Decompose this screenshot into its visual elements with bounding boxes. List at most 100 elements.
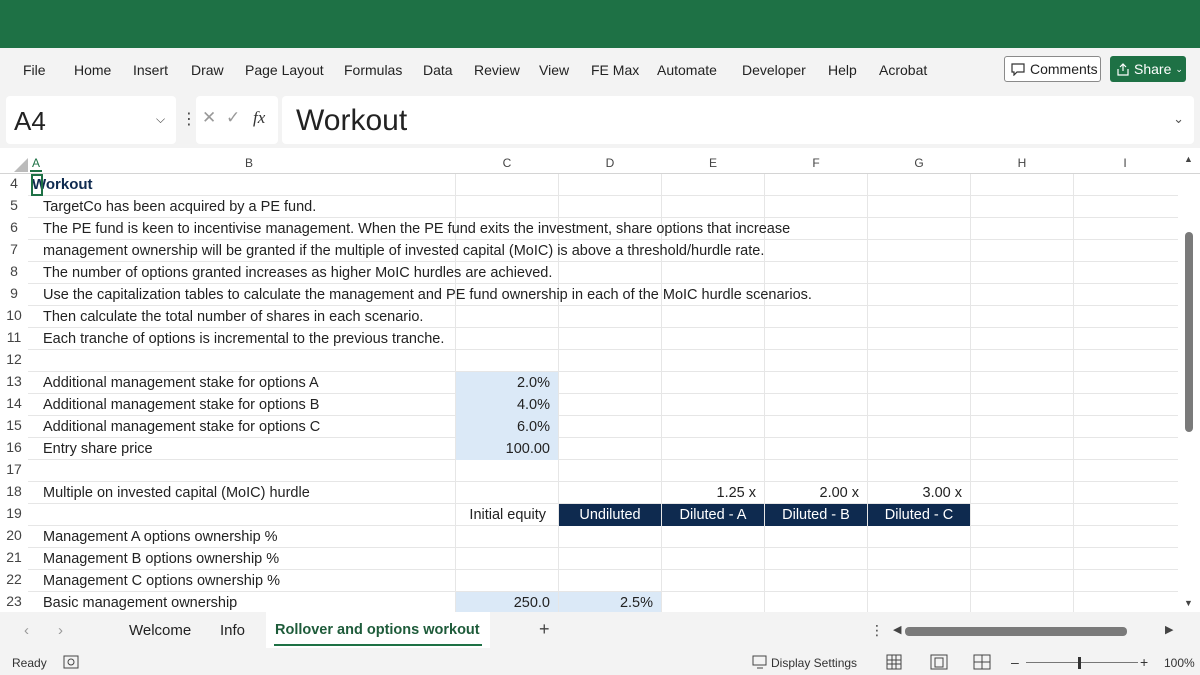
input-cell[interactable]: 6.0% <box>456 416 558 438</box>
insert-function-icon[interactable]: fx <box>253 108 265 128</box>
hurdle-cell[interactable]: 2.00 x <box>765 482 867 504</box>
row-header[interactable]: 23 <box>0 593 28 609</box>
label-cell[interactable]: Management A options ownership % <box>43 526 278 548</box>
tab-developer[interactable]: Developer <box>742 62 806 78</box>
row-header[interactable]: 22 <box>0 571 28 587</box>
tab-draw[interactable]: Draw <box>191 62 224 78</box>
header-cell[interactable]: Undiluted <box>559 504 661 526</box>
input-cell[interactable]: 2.0% <box>456 372 558 394</box>
next-sheet-icon[interactable]: › <box>58 622 63 639</box>
column-header-i[interactable]: I <box>1074 156 1176 170</box>
label-cell[interactable]: Additional management stake for options … <box>43 416 320 438</box>
row-header[interactable]: 6 <box>0 219 28 235</box>
tab-file[interactable]: File <box>23 62 46 78</box>
instruction-cell[interactable]: management ownership will be granted if … <box>43 240 764 262</box>
display-settings-button[interactable]: Display Settings <box>771 656 857 670</box>
sheet-tab-rollover[interactable]: Rollover and options workout <box>275 622 480 638</box>
accessibility-icon[interactable] <box>63 655 79 672</box>
tab-home[interactable]: Home <box>74 62 111 78</box>
input-cell[interactable]: 100.00 <box>456 438 558 460</box>
confirm-icon[interactable]: ✓ <box>226 108 240 128</box>
header-cell[interactable]: Diluted - B <box>765 504 867 526</box>
page-break-view-icon[interactable] <box>973 654 991 673</box>
share-button[interactable]: Share ⌄ <box>1110 56 1186 82</box>
hurdle-cell[interactable]: 1.25 x <box>662 482 764 504</box>
zoom-out-icon[interactable]: – <box>1011 654 1019 670</box>
more-options-icon[interactable]: ⋮ <box>181 109 197 129</box>
label-cell[interactable]: Basic management ownership <box>43 592 237 612</box>
zoom-slider[interactable] <box>1026 662 1138 663</box>
more-options-icon[interactable]: ⋮ <box>870 622 884 639</box>
scroll-left-icon[interactable]: ◀ <box>893 623 901 636</box>
row-header[interactable]: 5 <box>0 197 28 213</box>
row-header[interactable]: 16 <box>0 439 28 455</box>
header-cell[interactable]: Initial equity <box>456 504 558 526</box>
cancel-icon[interactable]: ✕ <box>202 108 216 128</box>
header-cell[interactable]: Diluted - C <box>868 504 970 526</box>
column-header-e[interactable]: E <box>662 156 764 170</box>
zoom-slider-handle[interactable] <box>1078 657 1081 669</box>
row-header[interactable]: 4 <box>0 175 28 191</box>
row-header[interactable]: 9 <box>0 285 28 301</box>
tab-page-layout[interactable]: Page Layout <box>245 62 324 78</box>
name-box[interactable]: A4 ⌵ <box>6 96 176 144</box>
row-header[interactable]: 13 <box>0 373 28 389</box>
vertical-scroll-thumb[interactable] <box>1185 232 1193 432</box>
formula-input[interactable]: Workout ⌄ <box>282 96 1194 144</box>
instruction-cell[interactable]: Use the capitalization tables to calcula… <box>43 284 812 306</box>
zoom-in-icon[interactable]: + <box>1140 654 1148 670</box>
tab-formulas[interactable]: Formulas <box>344 62 402 78</box>
instruction-cell[interactable]: Then calculate the total number of share… <box>43 306 423 328</box>
tab-insert[interactable]: Insert <box>133 62 168 78</box>
tab-automate[interactable]: Automate <box>657 62 717 78</box>
input-cell[interactable]: 4.0% <box>456 394 558 416</box>
input-cell[interactable]: 2.5% <box>559 592 661 612</box>
row-header[interactable]: 15 <box>0 417 28 433</box>
label-cell[interactable]: Management B options ownership % <box>43 548 279 570</box>
column-header-f[interactable]: F <box>765 156 867 170</box>
expand-formula-icon[interactable]: ⌄ <box>1173 111 1184 127</box>
scroll-up-icon[interactable]: ▲ <box>1184 154 1193 164</box>
tab-help[interactable]: Help <box>828 62 857 78</box>
label-cell[interactable]: Management C options ownership % <box>43 570 280 592</box>
sheet-tab-welcome[interactable]: Welcome <box>129 622 191 639</box>
label-cell[interactable]: Additional management stake for options … <box>43 394 319 416</box>
chevron-down-icon[interactable]: ⌵ <box>156 112 165 127</box>
row-header[interactable]: 10 <box>0 307 28 323</box>
zoom-level[interactable]: 100% <box>1164 656 1195 670</box>
horizontal-scroll-thumb[interactable] <box>905 627 1127 636</box>
comments-button[interactable]: Comments <box>1004 56 1101 82</box>
row-header[interactable]: 11 <box>0 329 28 345</box>
page-layout-view-icon[interactable] <box>930 654 948 673</box>
scroll-right-icon[interactable]: ▶ <box>1165 623 1173 636</box>
column-header-g[interactable]: G <box>868 156 970 170</box>
column-header-b[interactable]: B <box>43 156 455 170</box>
hurdle-cell[interactable]: 3.00 x <box>868 482 970 504</box>
select-all-corner[interactable] <box>14 158 28 172</box>
column-header-a[interactable]: A <box>30 156 42 172</box>
display-settings-icon[interactable] <box>752 655 768 672</box>
header-cell[interactable]: Diluted - A <box>662 504 764 526</box>
input-cell[interactable]: 250.0 <box>456 592 558 612</box>
prev-sheet-icon[interactable]: ‹ <box>24 622 29 639</box>
tab-view[interactable]: View <box>539 62 569 78</box>
label-cell[interactable]: Entry share price <box>43 438 153 460</box>
row-header[interactable]: 14 <box>0 395 28 411</box>
row-header[interactable]: 12 <box>0 351 28 367</box>
column-header-d[interactable]: D <box>559 156 661 170</box>
worksheet-grid[interactable]: A B C D E F G H I 4 5 6 7 8 9 10 11 12 1… <box>0 152 1200 612</box>
instruction-cell[interactable]: TargetCo has been acquired by a PE fund. <box>43 196 316 218</box>
normal-view-icon[interactable] <box>886 654 902 673</box>
instruction-cell[interactable]: Each tranche of options is incremental t… <box>43 328 444 350</box>
column-header-h[interactable]: H <box>971 156 1073 170</box>
row-header[interactable]: 20 <box>0 527 28 543</box>
tab-review[interactable]: Review <box>474 62 520 78</box>
instruction-cell[interactable]: The PE fund is keen to incentivise manag… <box>43 218 790 240</box>
tab-fe-max[interactable]: FE Max <box>591 62 639 78</box>
tab-data[interactable]: Data <box>423 62 453 78</box>
row-header[interactable]: 21 <box>0 549 28 565</box>
tab-acrobat[interactable]: Acrobat <box>879 62 927 78</box>
instruction-cell[interactable]: The number of options granted increases … <box>43 262 552 284</box>
row-header[interactable]: 18 <box>0 483 28 499</box>
row-header[interactable]: 7 <box>0 241 28 257</box>
